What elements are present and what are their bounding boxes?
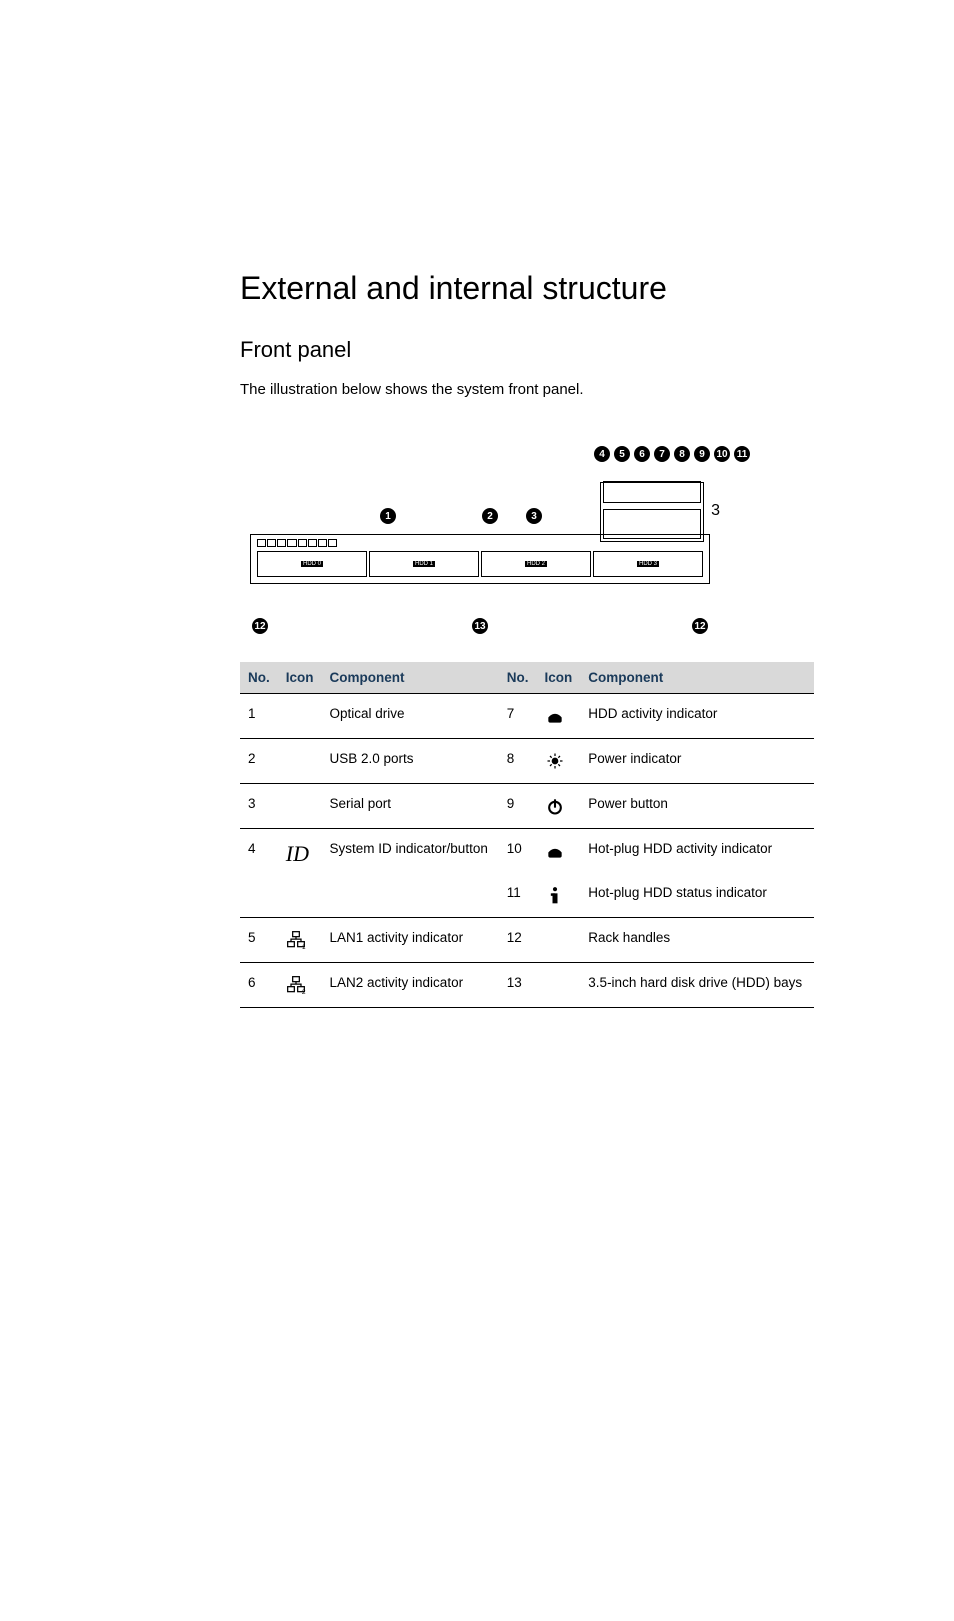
- col-no-left: No.: [240, 662, 278, 694]
- cell-no: 9: [499, 784, 537, 829]
- col-component-right: Component: [580, 662, 814, 694]
- cell-component: Power indicator: [580, 739, 814, 784]
- table-row: 1 Optical drive 7 HDD activity indicator: [240, 694, 814, 739]
- callout-3: 3: [526, 508, 542, 524]
- callout-8: 8: [674, 446, 690, 462]
- callout-13: 13: [472, 618, 488, 634]
- table-row: 4 ID System ID indicator/button 10 Hot-p…: [240, 829, 814, 874]
- callout-row-top: 4 5 6 7 8 9 10 11: [594, 446, 750, 462]
- cell-no: 1: [240, 694, 278, 739]
- lan2-icon: 2: [286, 975, 306, 995]
- cell-icon: [537, 829, 581, 874]
- table-row: 5 1 LAN1 activity indicator 12 Rack hand…: [240, 918, 814, 963]
- cell-no: 5: [240, 918, 278, 963]
- col-component-left: Component: [322, 662, 499, 694]
- cell-no: 11: [499, 873, 537, 918]
- cell-icon: [278, 694, 322, 739]
- cell-component: Rack handles: [580, 918, 814, 963]
- id-icon: ID: [286, 841, 309, 866]
- callout-6: 6: [634, 446, 650, 462]
- subheading: Front panel: [240, 337, 814, 363]
- server-chassis: HDD 0 HDD 1 HDD 2 HDD 3: [250, 534, 710, 584]
- hdd-bay-3: HDD 3: [593, 551, 703, 577]
- cell-no: 10: [499, 829, 537, 874]
- callout-7: 7: [654, 446, 670, 462]
- component-table: No. Icon Component No. Icon Component 1 …: [240, 662, 814, 1008]
- svg-text:1: 1: [302, 944, 306, 950]
- cell-no: 4: [240, 829, 278, 918]
- cell-icon: [537, 739, 581, 784]
- cell-component: Optical drive: [322, 694, 499, 739]
- callout-row-bottom: 12 13 12: [240, 618, 720, 634]
- vent-slots: [257, 539, 337, 547]
- col-no-right: No.: [499, 662, 537, 694]
- cell-icon: ID: [278, 829, 322, 918]
- cell-component: Serial port: [322, 784, 499, 829]
- hdd-icon: [545, 841, 565, 861]
- power-indicator-icon: [545, 751, 565, 771]
- cell-component: Hot-plug HDD activity indicator: [580, 829, 814, 874]
- cell-no: 3: [240, 784, 278, 829]
- cell-icon: [537, 784, 581, 829]
- cell-no: 13: [499, 963, 537, 1008]
- cell-no: 8: [499, 739, 537, 784]
- callout-11: 11: [734, 446, 750, 462]
- cell-component: Power button: [580, 784, 814, 829]
- info-icon: [545, 885, 565, 905]
- hdd-bay-0: HDD 0: [257, 551, 367, 577]
- cell-no: 12: [499, 918, 537, 963]
- diagram-enlarged-detail: 4 5 6 7 8 9 10 11: [600, 448, 720, 538]
- cell-icon: [537, 963, 581, 1008]
- callout-9: 9: [694, 446, 710, 462]
- intro-text: The illustration below shows the system …: [240, 381, 814, 398]
- power-button-icon: [545, 796, 565, 816]
- cell-no: 7: [499, 694, 537, 739]
- cell-icon: [537, 873, 581, 918]
- cell-icon: [278, 784, 322, 829]
- callout-10: 10: [714, 446, 730, 462]
- cell-icon: [537, 918, 581, 963]
- cell-icon: [278, 739, 322, 784]
- cell-component: LAN2 activity indicator: [322, 963, 499, 1008]
- cell-icon: 2: [278, 963, 322, 1008]
- hdd-icon: [545, 706, 565, 726]
- page-title: External and internal structure: [240, 270, 814, 307]
- callout-4: 4: [594, 446, 610, 462]
- cell-component: HDD activity indicator: [580, 694, 814, 739]
- table-header-row: No. Icon Component No. Icon Component: [240, 662, 814, 694]
- cell-component: USB 2.0 ports: [322, 739, 499, 784]
- cell-component: 3.5-inch hard disk drive (HDD) bays: [580, 963, 814, 1008]
- callout-12-right: 12: [692, 618, 708, 634]
- callout-1: 1: [380, 508, 396, 524]
- cell-no: 2: [240, 739, 278, 784]
- cell-component: LAN1 activity indicator: [322, 918, 499, 963]
- front-panel-diagram: 4 5 6 7 8 9 10 11 1 2 3 HDD 0 HDD 1: [240, 424, 720, 634]
- cell-icon: 1: [278, 918, 322, 963]
- col-icon-left: Icon: [278, 662, 322, 694]
- cell-icon: [537, 694, 581, 739]
- col-icon-right: Icon: [537, 662, 581, 694]
- hdd-bay-2: HDD 2: [481, 551, 591, 577]
- callout-5: 5: [614, 446, 630, 462]
- callout-2: 2: [482, 508, 498, 524]
- hdd-bay-1: HDD 1: [369, 551, 479, 577]
- callout-12-left: 12: [252, 618, 268, 634]
- lan1-icon: 1: [286, 930, 306, 950]
- svg-text:2: 2: [302, 989, 306, 995]
- cell-no: 6: [240, 963, 278, 1008]
- cell-component: Hot-plug HDD status indicator: [580, 873, 814, 918]
- callout-row-mid: 1 2 3: [240, 508, 720, 524]
- cell-component: System ID indicator/button: [322, 829, 499, 918]
- table-row: 3 Serial port 9 Power button: [240, 784, 814, 829]
- table-row: 6 2 LAN2 activity indicator 13 3.5-inch …: [240, 963, 814, 1008]
- table-row: 2 USB 2.0 ports 8 Power indicator: [240, 739, 814, 784]
